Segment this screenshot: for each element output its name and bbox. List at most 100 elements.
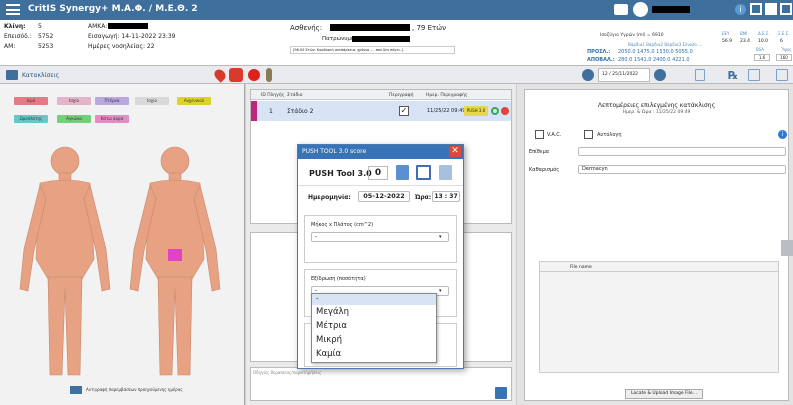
observations-input[interactable]: Οδηγίες θεραπείας/παρατηρήσεις [250,367,512,401]
dialog-title: PUSH TOOL 3.0 score [302,148,367,155]
autologous-checkbox[interactable] [584,130,593,139]
time-input[interactable]: 13 : 37 [432,191,460,202]
option-nothing[interactable]: Καμία [312,347,436,361]
cleaning-select[interactable]: Dermacyn [578,165,786,174]
date-input[interactable]: 05-12-2022 [358,191,410,202]
zone-sacrum[interactable]: Ιερό [14,97,48,105]
val-des: 10.0 [758,39,769,44]
zone-legs[interactable]: Κάτω άκρα [95,115,129,123]
table-row[interactable]: 1 Στάδιο 2 ✓ 11/25/22 09:49 PUSH 3.0 [251,101,511,121]
section-title: Κατακλίσεις [22,72,60,79]
val-ses: 6 [780,39,783,44]
chevron-down-icon: ▾ [439,288,442,294]
export-icon[interactable] [776,69,788,81]
scroll-handle[interactable] [781,240,793,256]
upload-image-button[interactable]: Locate & Upload Image File... [625,389,703,399]
zone-neck[interactable]: Αυχενικού [177,97,211,105]
user-name [652,6,690,13]
patient-label: Ασθενής: [290,24,323,32]
selected-wound-marker[interactable] [168,249,182,261]
bed-label: Κλίνη: [4,23,26,30]
row-checkbox[interactable]: ✓ [399,106,409,116]
section-bar: Κατακλίσεις 12 / 25/11/2022 ℞ [0,66,793,84]
row-tool-badge[interactable]: PUSH 3.0 [464,106,488,116]
length-select[interactable]: - [311,232,449,242]
file-name-header: File name [570,265,592,270]
time-label: Ώρα: [415,194,432,201]
save-observations-icon[interactable] [495,387,507,399]
info-icon[interactable]: i [735,4,746,15]
dressing-select[interactable] [578,147,786,156]
option-none[interactable]: - [312,294,436,305]
next-date-icon[interactable] [654,69,666,81]
chevron-down-icon: ▾ [439,234,442,240]
file-list-header: File name [540,262,778,272]
height-label: Ύψος [781,47,792,52]
copy-previous-link[interactable]: Αντιγραφή παρεμβάσεων προηγούμενης ημέρα… [86,387,183,392]
body-map-panel: Ιερό Ισχίο Πτέρνα Ισχίο Αυχενικού Ωμοπλά… [0,84,245,405]
figure-icon[interactable] [266,68,272,82]
calculator-icon[interactable] [396,165,409,180]
avatar[interactable] [633,2,648,17]
option-medium[interactable]: Μέτρια [312,319,436,333]
divider [298,185,463,186]
amka-label: ΑΜΚΑ: [88,23,108,30]
zone-hip[interactable]: Ισχίο [57,97,91,105]
col-des: Δ.Ε.Σ. [758,31,770,36]
bed-value: 5 [38,23,42,30]
folder-icon [6,70,18,80]
prev-date-icon[interactable] [582,69,594,81]
col-eey: ΕΕΥ [722,31,730,36]
wound-details-panel: Λεπτομέρειες επιλεγμένης κατάκλισης Ημερ… [517,84,793,405]
zone-heel[interactable]: Πτέρνα [95,97,129,105]
exudate-dropdown: - Μεγάλη Μέτρια Μικρή Καμία [311,293,437,363]
menu-icon[interactable] [6,4,20,15]
height-value: 160 [776,54,792,61]
chat-icon[interactable] [614,4,628,15]
bsa-label: BSA [756,47,765,52]
patient-info-panel: Κλίνη: 5 ΑΜΚΑ: Επεισόδ.: 5752 Εισαγωγή: … [0,20,793,66]
delete-icon[interactable] [501,107,509,115]
am-label: ΑΜ: [4,43,16,50]
file-list: File name [539,261,779,373]
close-icon[interactable]: ✕ [449,146,461,157]
date-picker[interactable]: 12 / 25/11/2022 [598,68,650,82]
input-values: 2050.0 1475.0 1530.0 5055.0 [618,49,693,55]
option-small[interactable]: Μικρή [312,333,436,347]
clear-icon[interactable] [439,165,452,180]
copy-icon[interactable] [70,386,82,394]
pdf-icon[interactable] [229,68,243,82]
output-values: 280.0 1541.0 2400.0 4221.0 [618,57,690,63]
cleaning-label: Καθαρισμός [529,167,560,173]
info-icon[interactable]: i [778,130,787,139]
row-id: 1 [269,108,273,115]
minute-value: 37 [449,193,458,200]
table-icon[interactable] [748,69,760,81]
body-figures[interactable] [10,139,235,379]
zone-scapula[interactable]: Ωμοπλάτης [14,115,48,123]
add-icon[interactable] [491,107,499,115]
patient-age: , 79 Ετών [412,24,446,32]
prescription-icon[interactable]: ℞ [728,69,738,82]
record-icon[interactable] [248,69,260,81]
minimize-icon[interactable] [765,3,777,15]
zone-hip-2[interactable]: Ισχίο [135,97,169,105]
document-icon[interactable] [695,69,705,81]
val-eey: 56.9 [722,39,733,44]
col-stage: Στάδιο [287,93,303,98]
patient-note[interactable]: [96.00 Ετών. Καρδιακή ανεπάρκεια, χρόνια… [290,46,455,54]
grid-icon[interactable] [750,3,762,15]
option-large[interactable]: Μεγάλη [312,305,436,319]
restore-icon[interactable] [780,3,792,15]
col-ses: Σ.Ε.Σ. [778,31,790,36]
zone-elbow[interactable]: Αγκώνα [57,115,91,123]
location-pin-icon[interactable] [212,67,228,83]
autologous-label: Αυτόλογη [597,132,622,138]
vac-checkbox[interactable] [535,130,544,139]
title-bar: CritIS Synergy+ M.A.Φ. / M.E.Θ. 2 i [0,0,793,20]
observations-placeholder: Οδηγίες θεραπείας/παρατηρήσεις [253,370,322,375]
details-card: Λεπτομέρειες επιλεγμένης κατάκλισης Ημερ… [524,89,789,401]
dialog-header: PUSH TOOL 3.0 score ✕ [298,145,463,159]
save-icon[interactable] [416,165,431,180]
col-id: ID Πληγής [261,93,285,98]
